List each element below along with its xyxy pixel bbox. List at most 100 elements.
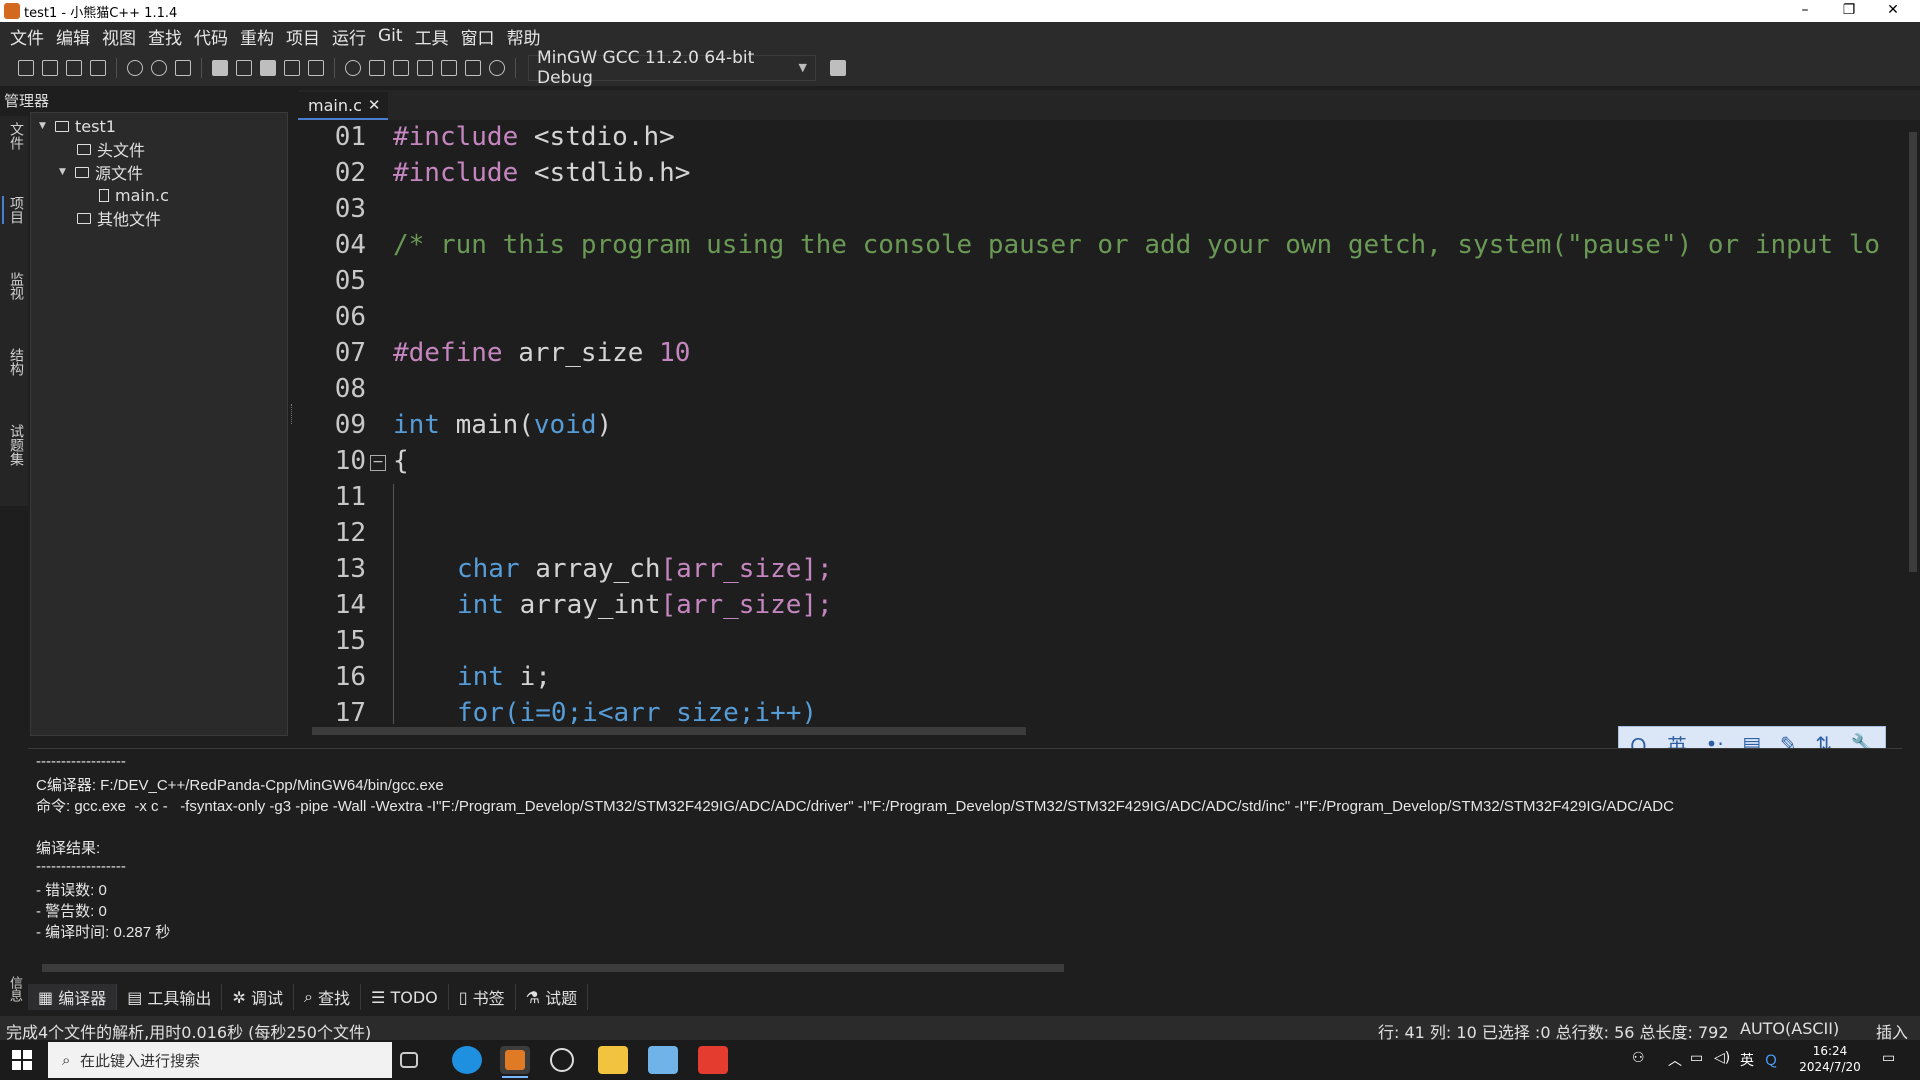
chevron-up-icon[interactable]: ︿ [1668,1050,1682,1070]
notepad-icon[interactable] [648,1046,678,1074]
menu-window[interactable]: 窗口 [457,24,503,49]
code-editor[interactable]: 01 02 03 04 05 06 07 08 09 10 11 12 13 1… [298,120,1906,724]
volume-icon[interactable]: ◁) [1714,1050,1730,1066]
minimize-button[interactable]: – [1782,0,1828,22]
compile-run-icon[interactable] [260,60,276,76]
tree-item-label: 源文件 [95,164,144,183]
redpanda-cpp-icon[interactable] [500,1046,530,1078]
menu-tools[interactable]: 工具 [411,24,457,49]
stop-icon[interactable] [465,60,481,76]
system-clock[interactable]: 16:24 2024/7/20 [1790,1043,1870,1075]
output-horizontal-scrollbar[interactable] [28,962,1902,974]
wps-icon[interactable] [698,1046,728,1074]
taskbar-search[interactable]: ⌕ 在此键入进行搜索 [48,1042,392,1078]
people-icon[interactable]: ⚇ [1632,1050,1645,1066]
redo-icon[interactable] [151,60,167,76]
tab-search[interactable]: ⌕ 查找 [294,984,362,1010]
output-line: 编译结果: [36,840,101,857]
tab-label: 试题 [545,989,578,1008]
tab-problems[interactable]: ⚗ 试题 [516,984,589,1010]
step-into-icon[interactable] [393,60,409,76]
windows-start-icon[interactable] [12,1050,32,1070]
compiler-options-icon[interactable] [830,60,846,76]
compile-icon[interactable] [212,60,228,76]
menu-code[interactable]: 代码 [190,24,236,49]
side-tab-problem-set[interactable]: 试题集 [2,424,26,466]
tab-debug[interactable]: ✲ 调试 [222,984,294,1010]
file-encoding[interactable]: AUTO(ASCII) [1740,1019,1839,1038]
menu-project[interactable]: 项目 [282,24,328,49]
toolbar-separator [116,58,117,78]
code-line: int array_int[arr_size]; [457,590,833,620]
line-number: 01 [334,122,366,152]
scrollbar-thumb[interactable] [42,964,1064,972]
close-button[interactable]: ✕ [1870,0,1916,22]
tree-item-others[interactable]: 其他文件 [77,207,161,229]
tab-main-c[interactable]: main.c ✕ [298,92,388,120]
compiler-output[interactable]: ------------------ C编译器: F:/DEV_C++/RedP… [28,748,1902,962]
tree-item-sources[interactable]: ▼ 源文件 [59,161,143,183]
output-vertical-scrollbar[interactable] [1902,748,1918,962]
menu-git[interactable]: Git [374,26,411,46]
side-tab-project[interactable]: 项目 [2,196,26,224]
menu-edit[interactable]: 编辑 [52,24,98,49]
tree-item-headers[interactable]: 头文件 [77,138,145,160]
tab-bookmarks[interactable]: ▯ 书签 [449,984,516,1010]
undo-icon[interactable] [127,60,143,76]
fullscreen-icon[interactable] [175,60,191,76]
menu-help[interactable]: 帮助 [503,24,549,49]
line-number: 17 [334,698,366,724]
line-number: 14 [334,590,366,620]
tab-todo[interactable]: ☰ TODO [361,984,449,1010]
save-all-icon[interactable] [90,60,106,76]
compiler-select[interactable]: MinGW GCC 11.2.0 64-bit Debug ▼ [528,48,816,88]
scrollbar-thumb[interactable] [1909,132,1917,572]
save-icon[interactable] [66,60,82,76]
fold-toggle-icon[interactable]: − [370,455,386,471]
tab-tool-output[interactable]: ▤ 工具输出 [117,984,223,1010]
editor-tab-bar: main.c ✕ [298,90,1920,120]
tab-compiler[interactable]: ▦ 编译器 [28,984,118,1010]
close-icon[interactable]: ✕ [368,96,381,114]
side-tab-watch[interactable]: 监视 [2,272,26,300]
side-tab-files[interactable]: 文件 [2,122,26,150]
tree-item-main-c[interactable]: main.c [99,184,169,206]
indent-guide [393,484,394,724]
compiler-select-value: MinGW GCC 11.2.0 64-bit Debug [537,48,755,88]
new-file-icon[interactable] [42,60,58,76]
step-over-icon[interactable] [369,60,385,76]
edge-browser-icon[interactable] [452,1046,482,1074]
search-icon: ⌕ [62,1051,80,1069]
run-icon[interactable] [236,60,252,76]
restore-button[interactable]: ❐ [1826,0,1872,22]
tree-item-root[interactable]: ▼ test1 [39,115,116,137]
profile-icon[interactable] [489,60,505,76]
panel-splitter[interactable] [291,404,293,424]
side-tab-structure[interactable]: 结构 [2,348,26,376]
notification-icon[interactable]: ▭ [1882,1050,1895,1066]
continue-icon[interactable] [441,60,457,76]
new-project-icon[interactable] [18,60,34,76]
menu-file[interactable]: 文件 [6,24,52,49]
menu-search[interactable]: 查找 [144,24,190,49]
scrollbar-thumb[interactable] [312,727,1026,735]
output-line: - 警告数: 0 [36,903,107,920]
obs-icon[interactable] [550,1048,574,1072]
menu-refactor[interactable]: 重构 [236,24,282,49]
debug-icon[interactable] [345,60,361,76]
network-icon[interactable]: ▭ [1690,1050,1703,1066]
rebuild-icon[interactable] [284,60,300,76]
code-line: #include <stdlib.h> [393,158,691,188]
step-out-icon[interactable] [417,60,433,76]
menu-bar: 文件 编辑 视图 查找 代码 重构 项目 运行 Git 工具 窗口 帮助 [0,22,1920,50]
menu-view[interactable]: 视图 [98,24,144,49]
menu-run[interactable]: 运行 [328,24,374,49]
editor-vertical-scrollbar[interactable] [1906,120,1920,724]
task-view-icon[interactable] [400,1052,418,1068]
ime-tray-icon[interactable]: Ｑ [1764,1050,1778,1070]
options-icon[interactable] [308,60,324,76]
ime-language-indicator[interactable]: 英 [1740,1050,1754,1070]
window-title: test1 - 小熊猫C++ 1.1.4 [24,5,178,21]
line-number: 07 [334,338,366,368]
file-explorer-icon[interactable] [598,1046,628,1074]
